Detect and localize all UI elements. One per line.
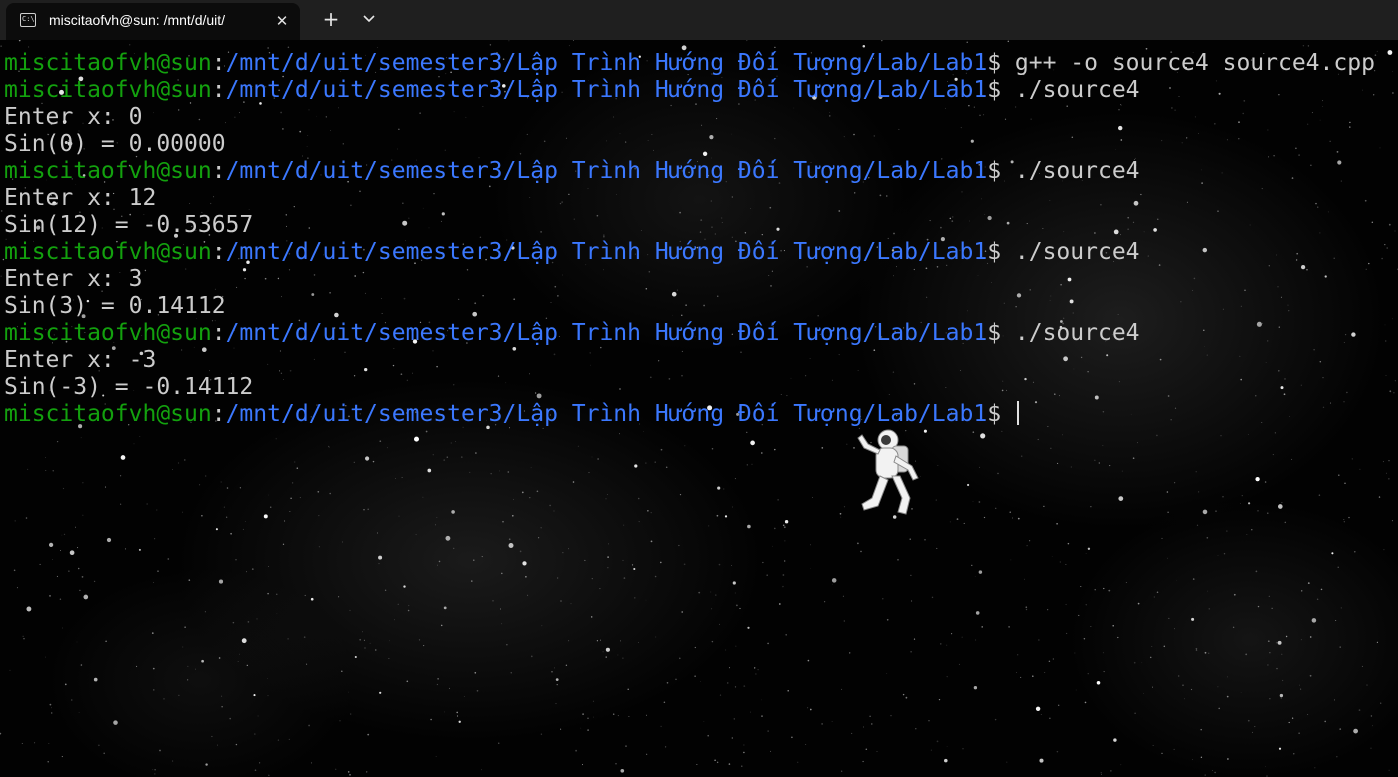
prompt-separator: : bbox=[211, 50, 226, 76]
prompt-dollar: $ bbox=[987, 77, 1015, 103]
prompt-line: miscitaofvh@sun:/mnt/d/uit/semester3/Lập… bbox=[4, 239, 1375, 266]
output-line: Sin(12) = -0.53657 bbox=[4, 212, 254, 238]
output-line: Sin(0) = 0.00000 bbox=[4, 131, 226, 157]
command-text: ./source4 bbox=[1014, 239, 1140, 265]
prompt-separator: : bbox=[211, 401, 226, 427]
prompt-line: miscitaofvh@sun:/mnt/d/uit/semester3/Lập… bbox=[4, 77, 1375, 104]
command-text: g++ -o source4 source4.cpp bbox=[1014, 50, 1375, 76]
command-text: ./source4 bbox=[1014, 158, 1140, 184]
tab-bar: C:\ miscitaofvh@sun: /mnt/d/uit/ ✕ + bbox=[0, 0, 1398, 40]
prompt-line: miscitaofvh@sun:/mnt/d/uit/semester3/Lập… bbox=[4, 50, 1375, 77]
prompt-user: miscitaofvh@sun bbox=[4, 50, 212, 76]
terminal-area[interactable]: miscitaofvh@sun:/mnt/d/uit/semester3/Lập… bbox=[0, 40, 1398, 777]
plus-icon[interactable]: + bbox=[318, 7, 344, 33]
prompt-dollar: $ bbox=[987, 401, 1015, 427]
prompt-separator: : bbox=[211, 239, 226, 265]
command-text: ./source4 bbox=[1014, 320, 1140, 346]
terminal-tab[interactable]: C:\ miscitaofvh@sun: /mnt/d/uit/ ✕ bbox=[6, 3, 300, 40]
prompt-path: /mnt/d/uit/semester3/Lập Trình Hướng Đối… bbox=[225, 50, 988, 76]
prompt-user: miscitaofvh@sun bbox=[4, 239, 212, 265]
prompt-separator: : bbox=[211, 77, 226, 103]
prompt-user: miscitaofvh@sun bbox=[4, 320, 212, 346]
prompt-path: /mnt/d/uit/semester3/Lập Trình Hướng Đối… bbox=[225, 77, 988, 103]
prompt-separator: : bbox=[211, 320, 226, 346]
tab-title: miscitaofvh@sun: /mnt/d/uit/ bbox=[49, 12, 226, 28]
prompt-line: miscitaofvh@sun:/mnt/d/uit/semester3/Lập… bbox=[4, 320, 1375, 347]
prompt-dollar: $ bbox=[987, 239, 1015, 265]
prompt-line: miscitaofvh@sun:/mnt/d/uit/semester3/Lập… bbox=[4, 158, 1375, 185]
prompt-path: /mnt/d/uit/semester3/Lập Trình Hướng Đối… bbox=[225, 158, 988, 184]
output-line: Sin(3) = 0.14112 bbox=[4, 293, 226, 319]
text-cursor bbox=[1016, 401, 1019, 425]
terminal-icon: C:\ bbox=[20, 13, 36, 27]
chevron-down-icon[interactable] bbox=[356, 7, 382, 33]
output-line: Enter x: 12 bbox=[4, 185, 157, 211]
output-line: Sin(-3) = -0.14112 bbox=[4, 374, 254, 400]
prompt-user: miscitaofvh@sun bbox=[4, 158, 212, 184]
prompt-path: /mnt/d/uit/semester3/Lập Trình Hướng Đối… bbox=[225, 401, 988, 427]
prompt-user: miscitaofvh@sun bbox=[4, 77, 212, 103]
prompt-line: miscitaofvh@sun:/mnt/d/uit/semester3/Lập… bbox=[4, 401, 1375, 428]
prompt-separator: : bbox=[211, 158, 226, 184]
prompt-user: miscitaofvh@sun bbox=[4, 401, 212, 427]
output-line: Enter x: 0 bbox=[4, 104, 143, 130]
prompt-path: /mnt/d/uit/semester3/Lập Trình Hướng Đối… bbox=[225, 320, 988, 346]
astronaut-image bbox=[857, 429, 919, 515]
prompt-path: /mnt/d/uit/semester3/Lập Trình Hướng Đối… bbox=[225, 239, 988, 265]
output-line: Enter x: -3 bbox=[4, 347, 157, 373]
terminal-output: miscitaofvh@sun:/mnt/d/uit/semester3/Lập… bbox=[4, 50, 1375, 428]
prompt-dollar: $ bbox=[987, 158, 1015, 184]
close-icon[interactable]: ✕ bbox=[272, 11, 292, 31]
command-text: ./source4 bbox=[1014, 77, 1140, 103]
prompt-dollar: $ bbox=[987, 50, 1015, 76]
prompt-dollar: $ bbox=[987, 320, 1015, 346]
output-line: Enter x: 3 bbox=[4, 266, 143, 292]
